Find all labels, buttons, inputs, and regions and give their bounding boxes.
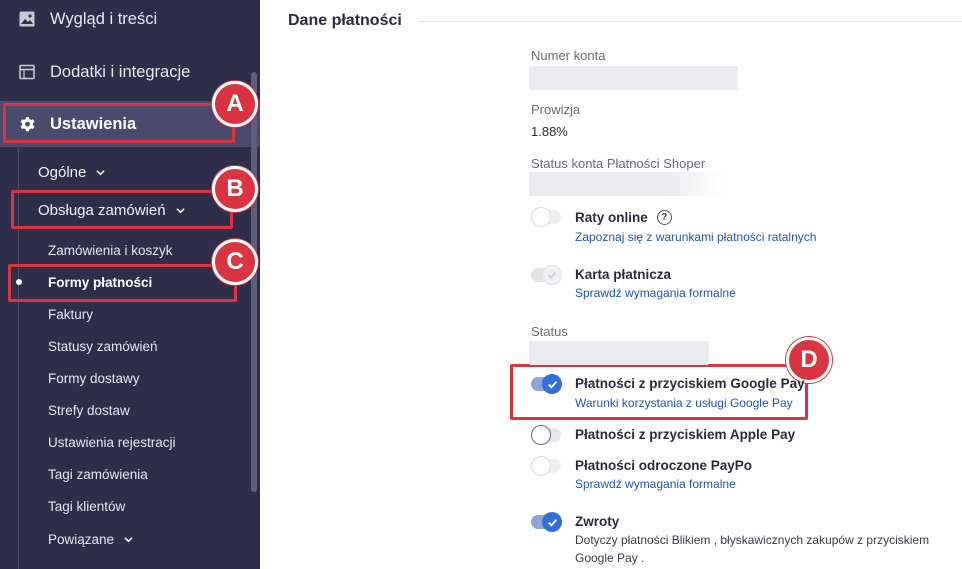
annotation-box-b [11,190,233,229]
account-status-label: Status konta Płatności Shoper [531,156,706,171]
apple-pay-title: Płatności z przyciskiem Apple Pay [575,427,796,442]
annotation-box-a [3,103,235,143]
submenu-label: Ogólne [38,163,87,181]
help-icon[interactable]: ? [656,210,672,225]
submenu-invoices[interactable]: Faktury [48,304,93,324]
commission-label: Prowizja [531,102,581,117]
submenu-registration-settings[interactable]: Ustawienia rejestracji [48,432,176,452]
toggle-knob [531,456,551,476]
submenu-customer-tags[interactable]: Tagi klientów [48,496,125,516]
toggle-knob [531,207,551,227]
annotation-badge-c: C [212,239,258,285]
status-redacted [529,341,709,365]
installments-terms-link[interactable]: Zapoznaj się z warunkami płatności ratal… [575,230,816,244]
account-number-label: Numer konta [531,48,606,63]
apple-pay-toggle[interactable] [531,425,561,445]
status-label: Status [531,324,568,339]
refunds-description: Dotyczy płatności Blikiem , błyskawiczny… [575,533,930,565]
refunds-title: Zwroty [575,514,620,529]
card-payment-title: Karta płatnicza [575,267,672,282]
nav-item-label: Dodatki i integracje [50,62,191,81]
check-icon [542,512,562,532]
submenu-orders-cart[interactable]: Zamówienia i koszyk [48,240,173,260]
check-icon [542,374,562,394]
annotation-box-c [8,264,237,302]
submenu-order-statuses[interactable]: Statusy zamówień [48,336,158,356]
nav-item-appearance[interactable]: Wygląd i treści [0,0,260,42]
card-requirements-link[interactable]: Sprawdź wymagania formalne [575,286,736,300]
nav-item-label: Wygląd i treści [50,9,158,28]
paypo-requirements-link[interactable]: Sprawdź wymagania formalne [575,477,736,491]
calendar-icon [18,63,36,81]
installments-title: Raty online ? [575,210,672,225]
submenu-shipping-methods[interactable]: Formy dostawy [48,368,140,388]
annotation-badge-b: B [212,166,258,212]
section-title: Dane płatności [288,12,402,29]
refunds-toggle[interactable] [531,512,562,532]
paypo-title: Płatności odroczone PayPo [575,458,753,473]
paypo-toggle[interactable] [531,456,561,476]
submenu-related[interactable]: Powiązane [48,529,133,549]
installments-toggle[interactable] [531,207,561,227]
sidebar-scrollbar[interactable] [251,72,257,492]
chevron-down-icon [96,169,105,175]
google-pay-title: Płatności z przyciskiem Google Pay [575,376,805,391]
toggle-knob [531,425,551,445]
google-pay-toggle[interactable] [531,374,562,394]
image-icon [18,10,36,28]
chevron-down-icon [124,536,133,542]
google-pay-terms-link[interactable]: Warunki korzystania z usługi Google Pay [575,396,793,410]
submenu-label: Powiązane [48,531,115,547]
section-divider [418,21,962,22]
annotation-badge-a: A [212,81,258,127]
commission-value: 1.88% [531,124,568,139]
account-number-redacted [529,66,738,90]
option-title-text: Raty online [575,210,648,225]
submenu-shipping-zones[interactable]: Strefy dostaw [48,400,130,420]
account-status-redacted [529,172,725,196]
submenu-order-tags[interactable]: Tagi zamówienia [48,464,148,484]
submenu-general[interactable]: Ogólne [38,160,105,184]
card-payment-toggle[interactable] [531,265,562,285]
check-icon [542,265,562,285]
